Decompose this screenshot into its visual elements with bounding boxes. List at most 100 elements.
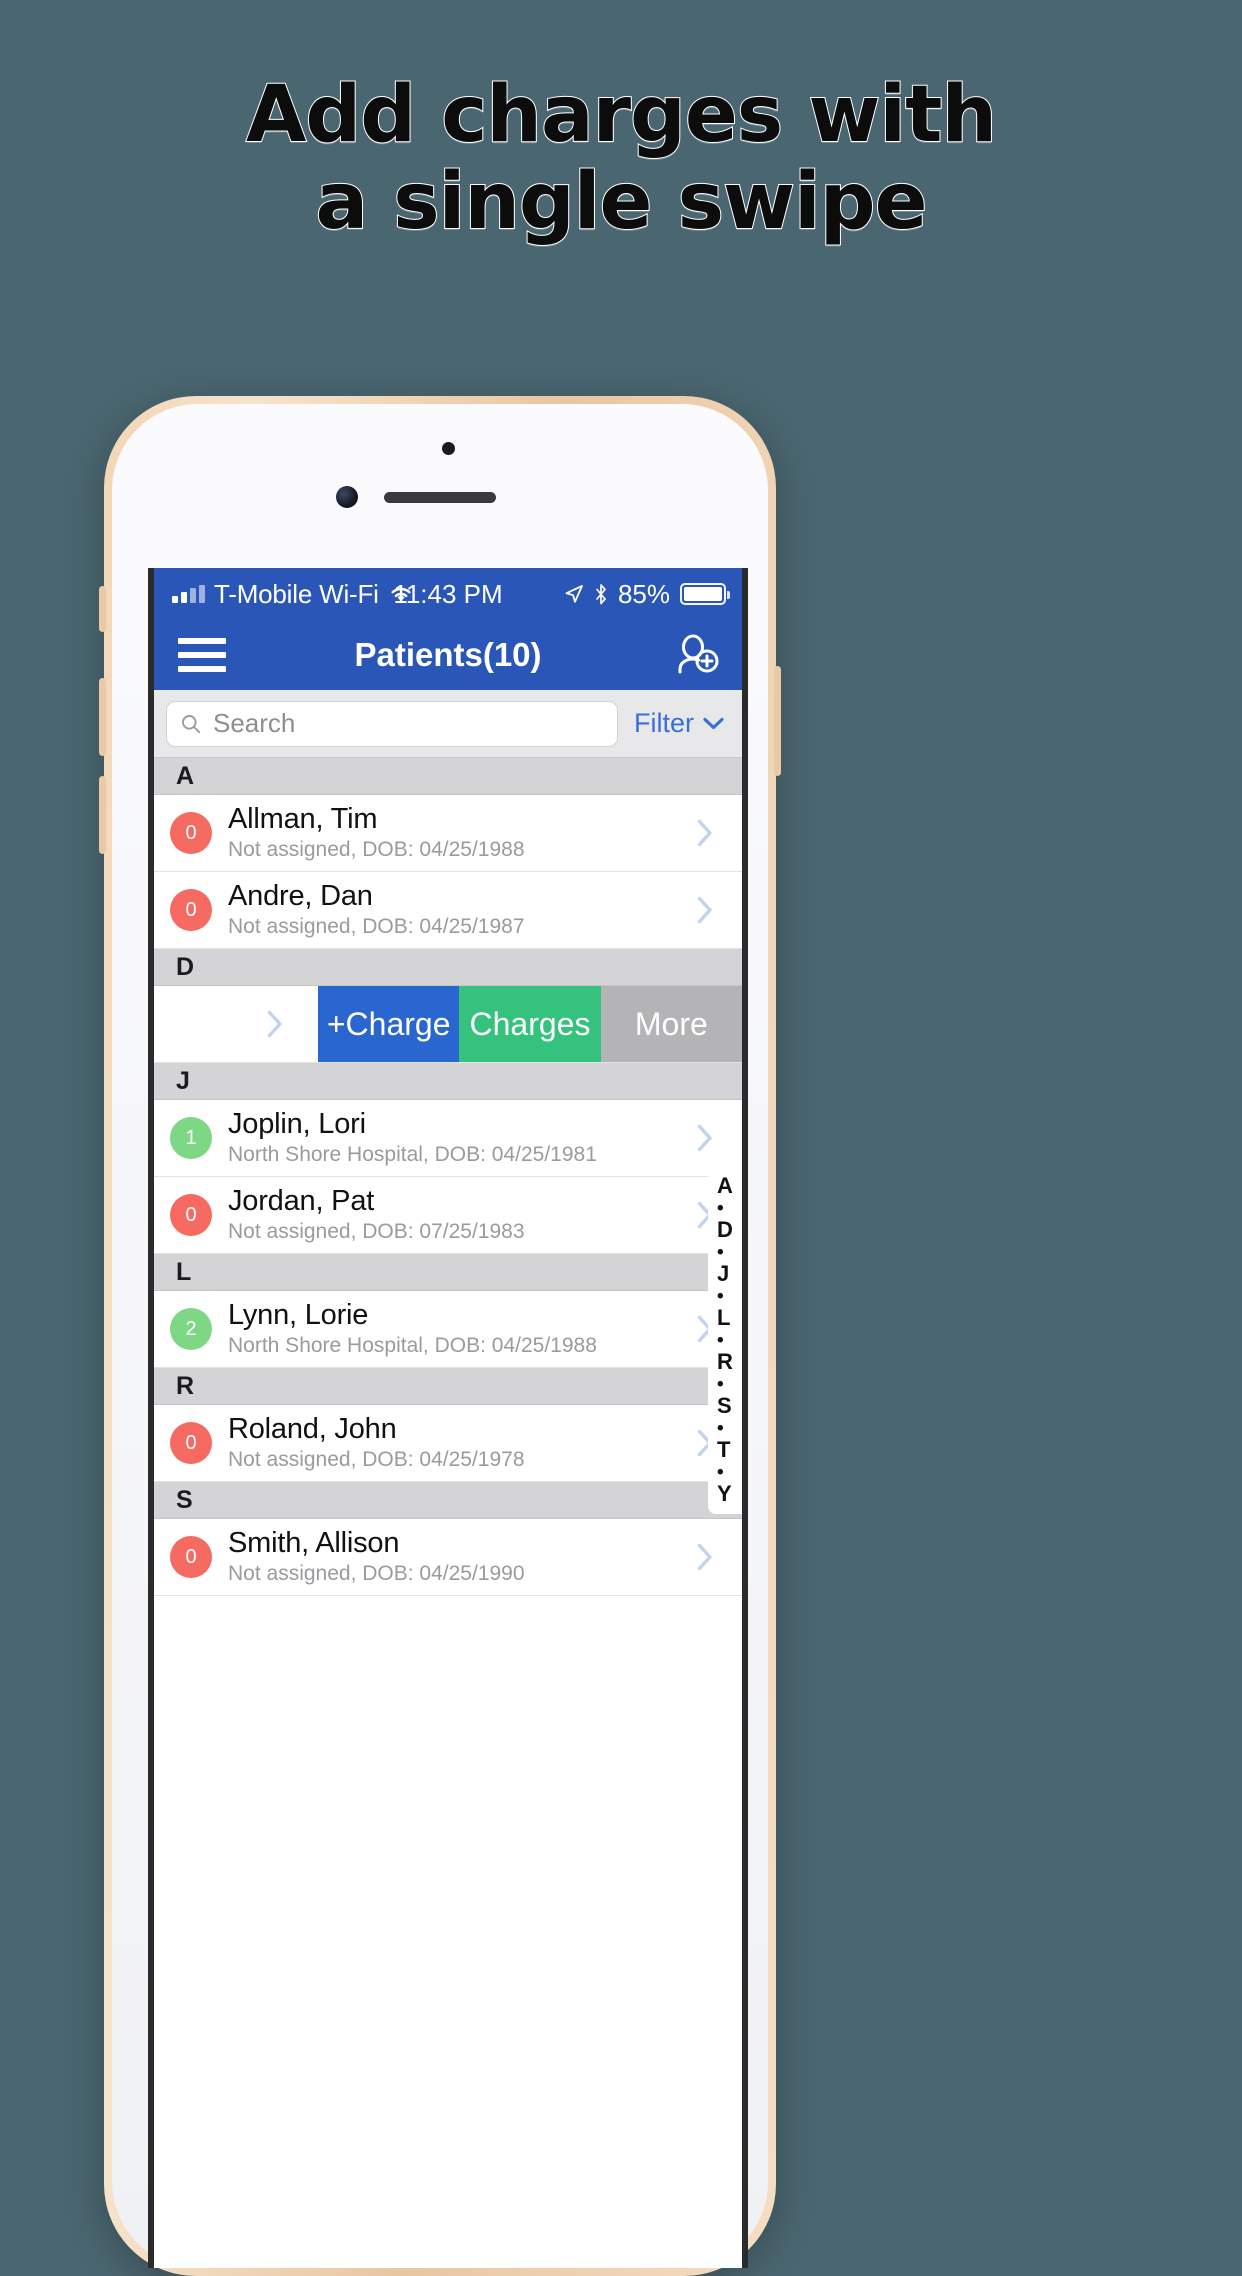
patient-row[interactable]: 0 Jordan, Pat Not assigned, DOB: 07/25/1… [154,1177,742,1254]
patient-info: Smith, Allison Not assigned, DOB: 04/25/… [228,1527,697,1588]
phone-device: T-Mobile Wi-Fi 11:43 PM 85% Patients(10)… [99,396,781,2276]
chevron-right-icon [697,1543,712,1571]
index-letter-y[interactable]: Y [717,1482,733,1506]
patient-row[interactable]: 2 Lynn, Lorie North Shore Hospital, DOB:… [154,1291,742,1368]
patient-row[interactable]: 1 Joplin, Lori North Shore Hospital, DOB… [154,1100,742,1177]
patient-info: Allman, Tim Not assigned, DOB: 04/25/198… [228,803,697,864]
patient-row[interactable]: 0 Allman, Tim Not assigned, DOB: 04/25/1… [154,795,742,872]
volume-up-button[interactable] [99,678,106,756]
proximity-sensor-icon [442,442,455,455]
search-row: Search Filter [154,690,742,758]
chevron-right-icon [697,819,712,847]
index-letter-t[interactable]: T [717,1438,733,1462]
page-title: Patients(10) [354,636,542,673]
swipe-row-remnant[interactable] [154,986,308,1062]
bluetooth-icon [596,583,606,604]
patient-name: Allman, Tim [228,802,378,835]
index-separator-dot: • [717,1285,724,1307]
navigation-bar: Patients(10) [154,620,742,690]
charge-count-badge: 0 [170,1194,212,1236]
swipe-gap [308,986,318,1062]
wifi-icon [391,587,411,602]
chevron-down-icon [703,717,724,730]
charge-count-badge: 0 [170,812,212,854]
patient-name: Andre, Dan [228,879,373,912]
search-input[interactable]: Search [166,700,618,747]
patient-name: Joplin, Lori [228,1107,366,1140]
patient-details: North Shore Hospital, DOB: 04/25/1988 [228,1334,597,1358]
section-header-r: R [154,1368,742,1405]
patient-name: Smith, Allison [228,1526,400,1559]
patient-name: Lynn, Lorie [228,1298,369,1331]
phone-screen: T-Mobile Wi-Fi 11:43 PM 85% Patients(10)… [148,568,748,2268]
charge-count-badge: 0 [170,889,212,931]
patient-details: Not assigned, DOB: 04/25/1990 [228,1562,525,1586]
swipe-action-row[interactable]: +Charge Charges More [154,986,742,1063]
section-header-l: L [154,1254,742,1291]
headline-line-2: a single swipe [314,157,928,248]
carrier-label: T-Mobile Wi-Fi [214,578,379,609]
index-letter-s[interactable]: S [717,1394,733,1418]
location-arrow-icon [565,585,583,603]
front-camera-icon [336,486,358,508]
signal-bars-icon [172,585,205,603]
alphabet-index-bar[interactable]: A • D • J • L • R • S • T • Y [708,1168,742,1514]
more-button[interactable]: More [600,986,742,1062]
index-letter-j[interactable]: J [717,1262,733,1286]
status-bar: T-Mobile Wi-Fi 11:43 PM 85% [154,568,742,620]
index-letter-r[interactable]: R [717,1350,733,1374]
patient-details: Not assigned, DOB: 04/25/1987 [228,915,525,939]
chevron-right-icon [267,1010,282,1038]
index-letter-l[interactable]: L [717,1306,733,1330]
charge-count-badge: 1 [170,1117,212,1159]
patient-details: Not assigned, DOB: 07/25/1983 [228,1220,525,1244]
index-separator-dot: • [717,1417,724,1439]
index-separator-dot: • [717,1373,724,1395]
add-charge-button[interactable]: +Charge [318,986,460,1062]
charge-count-badge: 0 [170,1422,212,1464]
charge-count-badge: 0 [170,1536,212,1578]
index-separator-dot: • [717,1197,724,1219]
charges-button[interactable]: Charges [459,986,601,1062]
patient-info: Roland, John Not assigned, DOB: 04/25/19… [228,1413,697,1474]
patient-info: Andre, Dan Not assigned, DOB: 04/25/1987 [228,880,697,941]
search-placeholder: Search [213,708,296,738]
patient-row[interactable]: 0 Roland, John Not assigned, DOB: 04/25/… [154,1405,742,1482]
index-letter-a[interactable]: A [717,1174,733,1198]
power-button[interactable] [774,666,781,776]
section-header-s: S [154,1482,742,1519]
index-letter-d[interactable]: D [717,1218,733,1242]
patient-details: Not assigned, DOB: 04/25/1988 [228,838,525,862]
filter-button[interactable]: Filter [618,708,742,739]
section-header-a: A [154,758,742,795]
patient-name: Roland, John [228,1412,397,1445]
battery-icon [680,583,730,605]
add-person-icon[interactable] [674,634,720,676]
earpiece-speaker [384,492,496,503]
volume-down-button[interactable] [99,776,106,854]
patient-info: Lynn, Lorie North Shore Hospital, DOB: 0… [228,1299,697,1360]
battery-percent-label: 85% [617,578,670,609]
hamburger-menu-icon[interactable] [178,638,226,672]
mute-switch[interactable] [99,586,106,632]
patient-details: North Shore Hospital, DOB: 04/25/1981 [228,1143,597,1167]
index-separator-dot: • [717,1329,724,1351]
promo-headline: Add charges with a single swipe [0,70,1242,248]
patient-list[interactable]: A 0 Allman, Tim Not assigned, DOB: 04/25… [154,758,742,2268]
patient-row[interactable]: 0 Andre, Dan Not assigned, DOB: 04/25/19… [154,872,742,949]
patient-info: Joplin, Lori North Shore Hospital, DOB: … [228,1108,697,1169]
section-header-d: D [154,949,742,986]
phone-body: T-Mobile Wi-Fi 11:43 PM 85% Patients(10)… [112,404,768,2268]
patient-name: Jordan, Pat [228,1184,375,1217]
filter-label: Filter [634,708,694,738]
patient-details: Not assigned, DOB: 04/25/1978 [228,1448,525,1472]
index-separator-dot: • [717,1241,724,1263]
section-header-j: J [154,1063,742,1100]
charge-count-badge: 2 [170,1308,212,1350]
chevron-right-icon [697,896,712,924]
chevron-right-icon [697,1124,712,1152]
patient-row[interactable]: 0 Smith, Allison Not assigned, DOB: 04/2… [154,1519,742,1596]
search-icon [182,714,201,733]
headline-line-1: Add charges with [245,70,998,160]
index-separator-dot: • [717,1461,724,1483]
